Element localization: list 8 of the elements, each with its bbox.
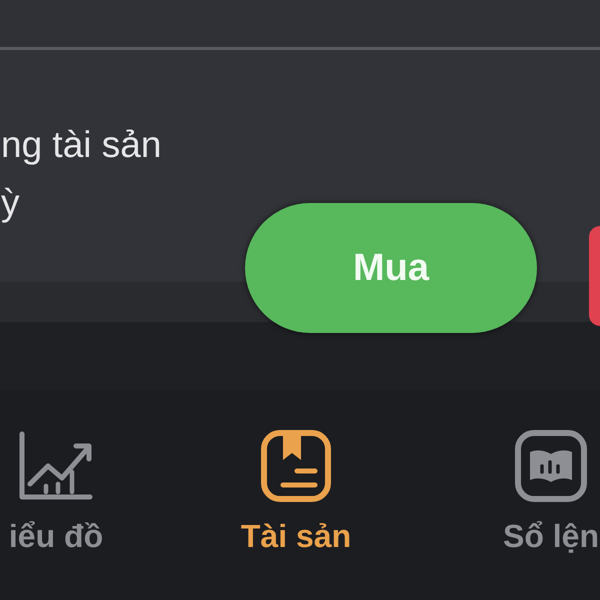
description-text: ng tài sản ỳ xyxy=(1,123,162,225)
nav-tab[interactable]: Tài sản xyxy=(226,430,366,556)
nav-tab[interactable]: iểu đồ xyxy=(0,430,116,556)
book-icon xyxy=(515,430,587,502)
action-button[interactable] xyxy=(589,226,600,326)
nav-tab[interactable]: Sổ lện xyxy=(481,430,600,556)
bookmark-icon xyxy=(261,430,331,502)
chart-icon xyxy=(18,430,94,502)
